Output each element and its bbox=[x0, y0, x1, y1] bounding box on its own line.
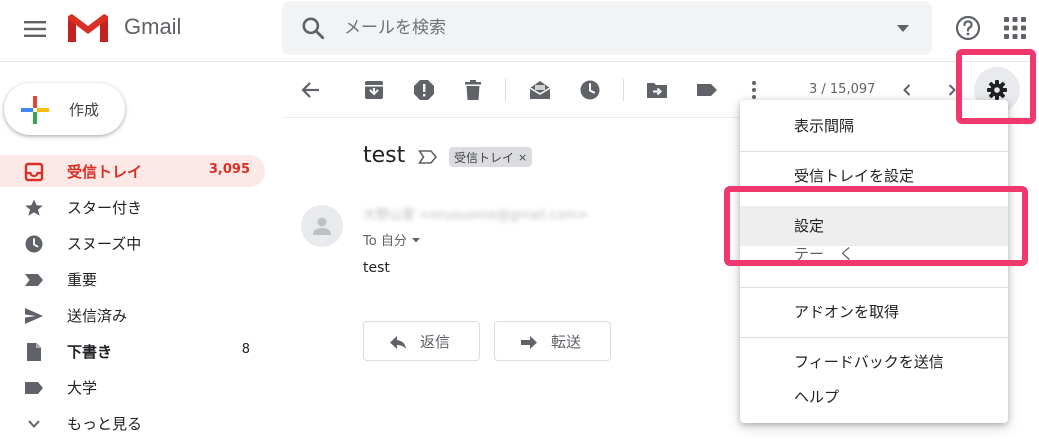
search-input[interactable] bbox=[344, 9, 864, 47]
label-icon bbox=[25, 382, 43, 394]
recipient-details[interactable]: To 自分 bbox=[363, 230, 421, 249]
sidebar-item-inbox[interactable]: 受信トレイ 3,095 bbox=[0, 155, 265, 187]
search-icon[interactable] bbox=[300, 15, 326, 41]
recipient-label: To 自分 bbox=[363, 234, 407, 249]
label-important-icon bbox=[25, 274, 43, 286]
unread-count: 3,095 bbox=[208, 162, 250, 177]
menu-item-label: 設定 bbox=[794, 217, 825, 235]
menu-item-themes[interactable]: テー く bbox=[740, 246, 1008, 270]
draft-icon bbox=[27, 343, 41, 361]
sidebar-item-sent[interactable]: 送信済み bbox=[0, 299, 265, 331]
menu-divider bbox=[740, 337, 1008, 338]
chevron-left-icon[interactable] bbox=[896, 79, 918, 101]
sidebar-item-label: 下書き bbox=[67, 343, 113, 361]
compose-button[interactable]: 作成 bbox=[4, 83, 125, 135]
sidebar-item-starred[interactable]: スター付き bbox=[0, 191, 265, 223]
forward-label: 転送 bbox=[551, 333, 582, 351]
menu-item-send-feedback[interactable]: フィードバックを送信 bbox=[740, 342, 1008, 382]
message-subject: test bbox=[363, 143, 406, 168]
archive-icon[interactable] bbox=[363, 79, 385, 101]
more-vert-icon[interactable] bbox=[743, 79, 765, 101]
star-icon bbox=[25, 199, 43, 216]
sidebar-item-more[interactable]: もっと見る bbox=[0, 407, 265, 439]
menu-divider bbox=[740, 287, 1008, 288]
label-chip-text: 受信トレイ bbox=[454, 150, 515, 165]
importance-marker-icon[interactable] bbox=[418, 149, 438, 165]
sender-avatar bbox=[301, 205, 343, 247]
mark-unread-icon[interactable] bbox=[529, 79, 551, 101]
reply-icon bbox=[390, 336, 406, 349]
back-arrow-icon[interactable] bbox=[300, 79, 322, 101]
sidebar-item-label: 送信済み bbox=[67, 307, 128, 325]
sidebar-item-label: スヌーズ中 bbox=[67, 235, 142, 253]
gear-icon bbox=[987, 80, 1007, 100]
gmail-wordmark[interactable]: Gmail bbox=[124, 14, 181, 40]
menu-item-label: 表示間隔 bbox=[794, 117, 855, 135]
sidebar-item-drafts[interactable]: 下書き 8 bbox=[0, 335, 265, 367]
snooze-icon[interactable] bbox=[579, 79, 601, 101]
menu-item-label: ヘルプ bbox=[794, 388, 840, 406]
search-bar[interactable] bbox=[282, 1, 932, 55]
page-count: 3 / 15,097 bbox=[809, 82, 876, 97]
forward-icon bbox=[521, 336, 537, 349]
menu-item-get-addons[interactable]: アドオンを取得 bbox=[740, 292, 1008, 332]
menu-item-settings[interactable]: 設定 bbox=[740, 206, 1008, 246]
reply-button[interactable]: 返信 bbox=[363, 321, 480, 361]
remove-label-button[interactable]: × bbox=[518, 151, 527, 164]
label-chip-inbox[interactable]: 受信トレイ × bbox=[449, 147, 533, 167]
label-as-icon[interactable] bbox=[696, 79, 718, 101]
reply-label: 返信 bbox=[420, 333, 451, 351]
send-icon bbox=[25, 308, 43, 324]
top-header: Gmail bbox=[0, 0, 1039, 62]
toolbar-divider bbox=[505, 79, 506, 101]
menu-item-label: 受信トレイを設定 bbox=[794, 167, 915, 185]
report-spam-icon[interactable] bbox=[413, 79, 435, 101]
compose-label: 作成 bbox=[69, 101, 100, 119]
sidebar-item-label: 重要 bbox=[67, 271, 98, 289]
sidebar-item-label: スター付き bbox=[67, 199, 143, 217]
search-options-caret-icon[interactable] bbox=[896, 21, 910, 35]
caret-down-icon bbox=[411, 237, 420, 242]
delete-icon[interactable] bbox=[462, 79, 484, 101]
person-icon bbox=[313, 217, 331, 235]
sidebar-item-label-daigaku[interactable]: 大学 bbox=[0, 371, 265, 403]
menu-item-label: フィードバックを送信 bbox=[794, 353, 944, 371]
menu-item-help[interactable]: ヘルプ bbox=[740, 377, 1008, 417]
sender-name[interactable]: 大野山里 <oruouome@gmail.com> bbox=[363, 204, 588, 223]
menu-item-label: テー く bbox=[794, 246, 855, 263]
chevron-right-icon[interactable] bbox=[941, 79, 963, 101]
sidebar-item-snoozed[interactable]: スヌーズ中 bbox=[0, 227, 265, 259]
forward-button[interactable]: 転送 bbox=[494, 321, 611, 361]
sidebar-item-label: 受信トレイ bbox=[67, 163, 143, 181]
apps-grid-icon[interactable] bbox=[1003, 16, 1027, 40]
message-body: test bbox=[363, 260, 390, 276]
menu-item-label: アドオンを取得 bbox=[794, 303, 900, 321]
inbox-icon bbox=[24, 162, 44, 182]
settings-dropdown-menu: 表示間隔 受信トレイを設定 設定 テー く アドオンを取得 フィードバックを送信… bbox=[740, 100, 1008, 423]
menu-item-display-density[interactable]: 表示間隔 bbox=[740, 106, 1008, 146]
toolbar-divider bbox=[623, 79, 624, 101]
chevron-down-icon bbox=[28, 420, 40, 428]
plus-icon bbox=[21, 96, 49, 124]
gmail-logo-icon[interactable] bbox=[66, 12, 110, 44]
sidebar-item-label: もっと見る bbox=[67, 415, 143, 433]
main-menu-button[interactable] bbox=[16, 10, 54, 48]
help-icon[interactable] bbox=[954, 14, 982, 42]
menu-item-configure-inbox[interactable]: 受信トレイを設定 bbox=[740, 156, 1008, 196]
sidebar-item-label: 大学 bbox=[67, 379, 98, 397]
sidebar-item-important[interactable]: 重要 bbox=[0, 263, 265, 295]
draft-count: 8 bbox=[241, 342, 250, 357]
clock-icon bbox=[25, 235, 43, 253]
move-to-icon[interactable] bbox=[646, 79, 668, 101]
menu-divider bbox=[740, 151, 1008, 152]
hamburger-menu-icon bbox=[24, 21, 46, 37]
